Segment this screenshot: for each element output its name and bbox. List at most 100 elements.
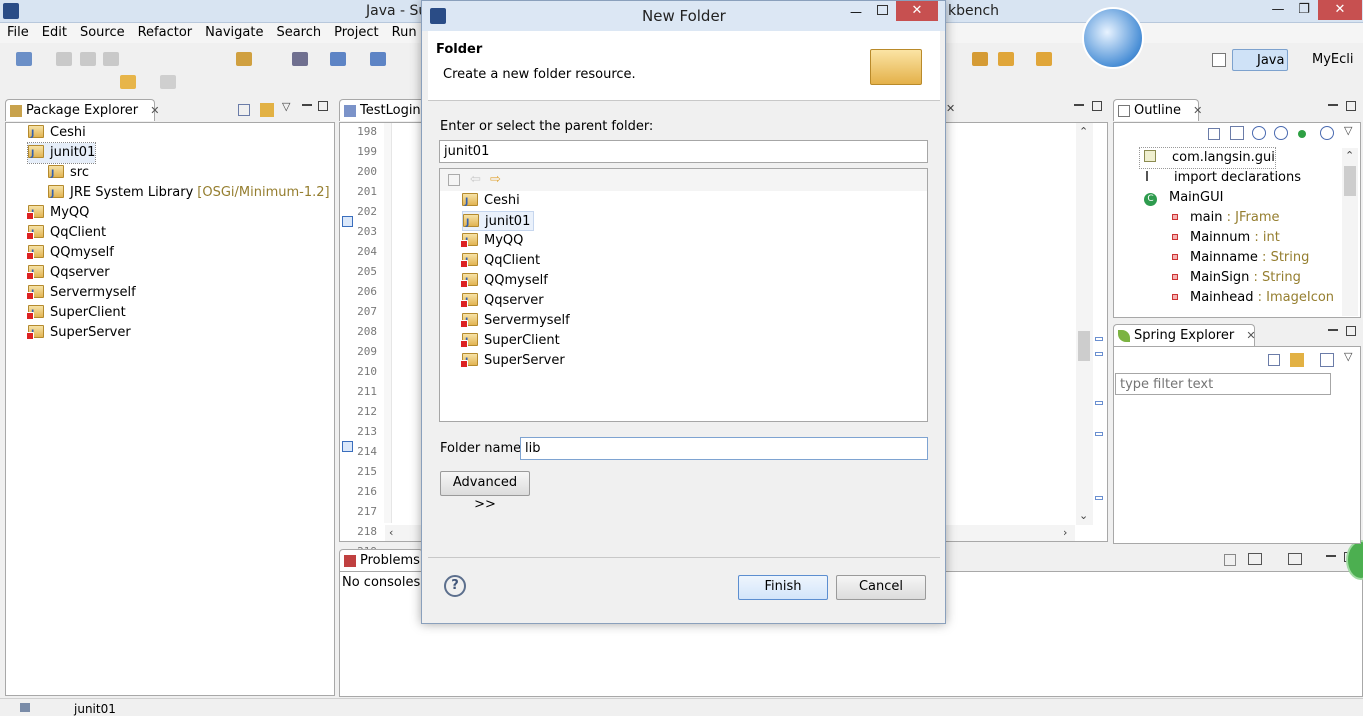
- link-editor-icon[interactable]: [1290, 353, 1304, 367]
- minimize-view-icon[interactable]: [1074, 104, 1084, 106]
- folder-tree-item-qqserver[interactable]: Qqserver: [460, 291, 547, 312]
- run-icon[interactable]: [330, 52, 346, 66]
- save-all-icon[interactable]: [80, 52, 96, 66]
- scroll-down-icon[interactable]: ⌄: [1079, 509, 1088, 522]
- menu-item-refactor[interactable]: Refactor: [131, 23, 199, 40]
- task-marker-icon[interactable]: [342, 441, 353, 452]
- menu-item-search[interactable]: Search: [269, 23, 327, 40]
- sort-icon[interactable]: [1320, 353, 1334, 367]
- view-menu-icon[interactable]: ▽: [1344, 350, 1352, 363]
- tree-item-myqq[interactable]: MyQQ: [26, 203, 89, 224]
- sort-icon[interactable]: [1230, 126, 1244, 140]
- scroll-left-icon[interactable]: ‹: [389, 526, 393, 539]
- forward-icon[interactable]: ⇨: [490, 173, 501, 186]
- help-button[interactable]: ?: [444, 575, 466, 597]
- minimize-button[interactable]: —: [1264, 0, 1292, 20]
- folder-tree-item-qqclient[interactable]: QqClient: [460, 251, 543, 272]
- collapse-all-icon[interactable]: [1208, 128, 1220, 140]
- tab-spring-explorer[interactable]: Spring Explorer ✕: [1113, 324, 1256, 346]
- finish-button[interactable]: Finish: [738, 575, 828, 600]
- tree-item-ceshi[interactable]: Ceshi: [28, 123, 86, 144]
- tab-package-explorer[interactable]: Package Explorer ✕: [5, 99, 160, 121]
- tab-problems[interactable]: Problems: [339, 549, 423, 571]
- menu-item-source[interactable]: Source: [73, 23, 131, 40]
- new-wizard-icon[interactable]: [236, 52, 252, 66]
- outline-item-package[interactable]: com.langsin.gui: [1139, 147, 1276, 169]
- task-marker-icon[interactable]: [342, 216, 353, 227]
- debug-icon[interactable]: [370, 52, 386, 66]
- advanced-button[interactable]: Advanced >>: [440, 471, 530, 512]
- collapse-all-icon[interactable]: [1268, 354, 1280, 366]
- browser-icon[interactable]: [1036, 52, 1052, 66]
- folder-tree-item-myqq[interactable]: MyQQ: [460, 231, 526, 252]
- print-icon[interactable]: [103, 52, 119, 66]
- folder-tree-item-junit01[interactable]: junit01: [462, 211, 535, 233]
- outline-item-field[interactable]: MainSign : String: [1140, 268, 1301, 288]
- cancel-button[interactable]: Cancel: [836, 575, 926, 600]
- tree-item-servermyself[interactable]: Servermyself: [26, 283, 136, 304]
- outline-item-field[interactable]: Mainnum : int: [1140, 228, 1280, 248]
- server-icon[interactable]: [972, 52, 988, 66]
- deploy-icon[interactable]: [998, 52, 1014, 66]
- open-type-icon[interactable]: [292, 52, 308, 66]
- back-icon[interactable]: ⇦: [470, 173, 481, 186]
- scroll-thumb[interactable]: [1344, 166, 1356, 196]
- forward-icon[interactable]: [160, 75, 176, 89]
- menu-item-edit[interactable]: Edit: [35, 23, 73, 40]
- outline-item-field[interactable]: Mainhead : ImageIcon: [1140, 288, 1334, 308]
- outline-item-field[interactable]: main : JFrame: [1140, 208, 1279, 228]
- tab-outline[interactable]: Outline ✕: [1113, 99, 1202, 121]
- menu-item-project[interactable]: Project: [327, 23, 384, 40]
- hide-fields-icon[interactable]: [1252, 126, 1266, 140]
- minimize-view-icon[interactable]: [1328, 329, 1338, 331]
- folder-tree-item-superclient[interactable]: SuperClient: [460, 331, 563, 352]
- tree-item-qqclient[interactable]: QqClient: [26, 223, 106, 244]
- editor-vertical-scrollbar[interactable]: ⌃ ⌄: [1076, 123, 1093, 525]
- spring-filter-input[interactable]: [1115, 373, 1331, 395]
- maximize-view-icon[interactable]: [1346, 101, 1356, 111]
- parent-folder-input[interactable]: junit01: [439, 140, 928, 163]
- link-editor-icon[interactable]: [260, 103, 274, 117]
- hide-non-public-icon[interactable]: [1298, 130, 1306, 138]
- minimize-view-icon[interactable]: [1328, 104, 1338, 106]
- outline-item-imports[interactable]: import declarations: [1140, 168, 1301, 188]
- java-perspective-button[interactable]: Java: [1232, 49, 1288, 71]
- display-console-icon[interactable]: [1248, 553, 1262, 565]
- menu-item-run[interactable]: Run: [385, 23, 423, 40]
- hide-static-icon[interactable]: [1274, 126, 1288, 140]
- scroll-right-icon[interactable]: ›: [1063, 526, 1067, 539]
- minimize-view-icon[interactable]: [302, 104, 312, 106]
- maximize-view-icon[interactable]: [1346, 326, 1356, 336]
- tab-testlogin[interactable]: TestLogin.: [339, 99, 425, 121]
- dialog-minimize-button[interactable]: —: [850, 5, 862, 19]
- folder-tree-item-superserver[interactable]: SuperServer: [460, 351, 568, 372]
- folder-tree-item-qqmyself[interactable]: QQmyself: [460, 271, 551, 292]
- tree-item-src[interactable]: src: [48, 163, 89, 184]
- home-icon[interactable]: [448, 174, 460, 186]
- tree-item-jre-system-library[interactable]: JRE System Library[OSGi/Minimum-1.2]: [48, 183, 330, 204]
- minimize-view-icon[interactable]: [1326, 555, 1336, 557]
- close-window-button[interactable]: ✕: [1318, 0, 1362, 20]
- view-menu-icon[interactable]: ▽: [282, 100, 290, 113]
- scroll-thumb[interactable]: [1078, 331, 1090, 361]
- scroll-up-icon[interactable]: ⌃: [1079, 125, 1088, 138]
- menu-item-navigate[interactable]: Navigate: [198, 23, 269, 40]
- myeclipse-perspective-button[interactable]: MyEcli: [1292, 52, 1363, 67]
- close-icon[interactable]: ✕: [1193, 104, 1202, 117]
- view-menu-icon[interactable]: ▽: [1344, 124, 1352, 137]
- dialog-close-button[interactable]: ✕: [896, 1, 938, 21]
- dialog-maximize-button[interactable]: [877, 5, 888, 15]
- tree-item-superclient[interactable]: SuperClient: [26, 303, 126, 324]
- tree-item-superserver[interactable]: SuperServer: [26, 323, 131, 344]
- save-icon[interactable]: [56, 52, 72, 66]
- close-icon[interactable]: ✕: [946, 102, 955, 115]
- close-icon[interactable]: ✕: [150, 104, 159, 117]
- maximize-button[interactable]: ❐: [1290, 0, 1318, 20]
- outline-scrollbar[interactable]: ⌃: [1342, 148, 1358, 316]
- pin-console-icon[interactable]: [1224, 554, 1236, 566]
- folder-tree-item-servermyself[interactable]: Servermyself: [460, 311, 573, 332]
- open-perspective-icon[interactable]: [1212, 53, 1226, 67]
- folder-tree-item-ceshi[interactable]: Ceshi: [462, 191, 523, 212]
- hide-local-types-icon[interactable]: [1320, 126, 1334, 140]
- back-icon[interactable]: [120, 75, 136, 89]
